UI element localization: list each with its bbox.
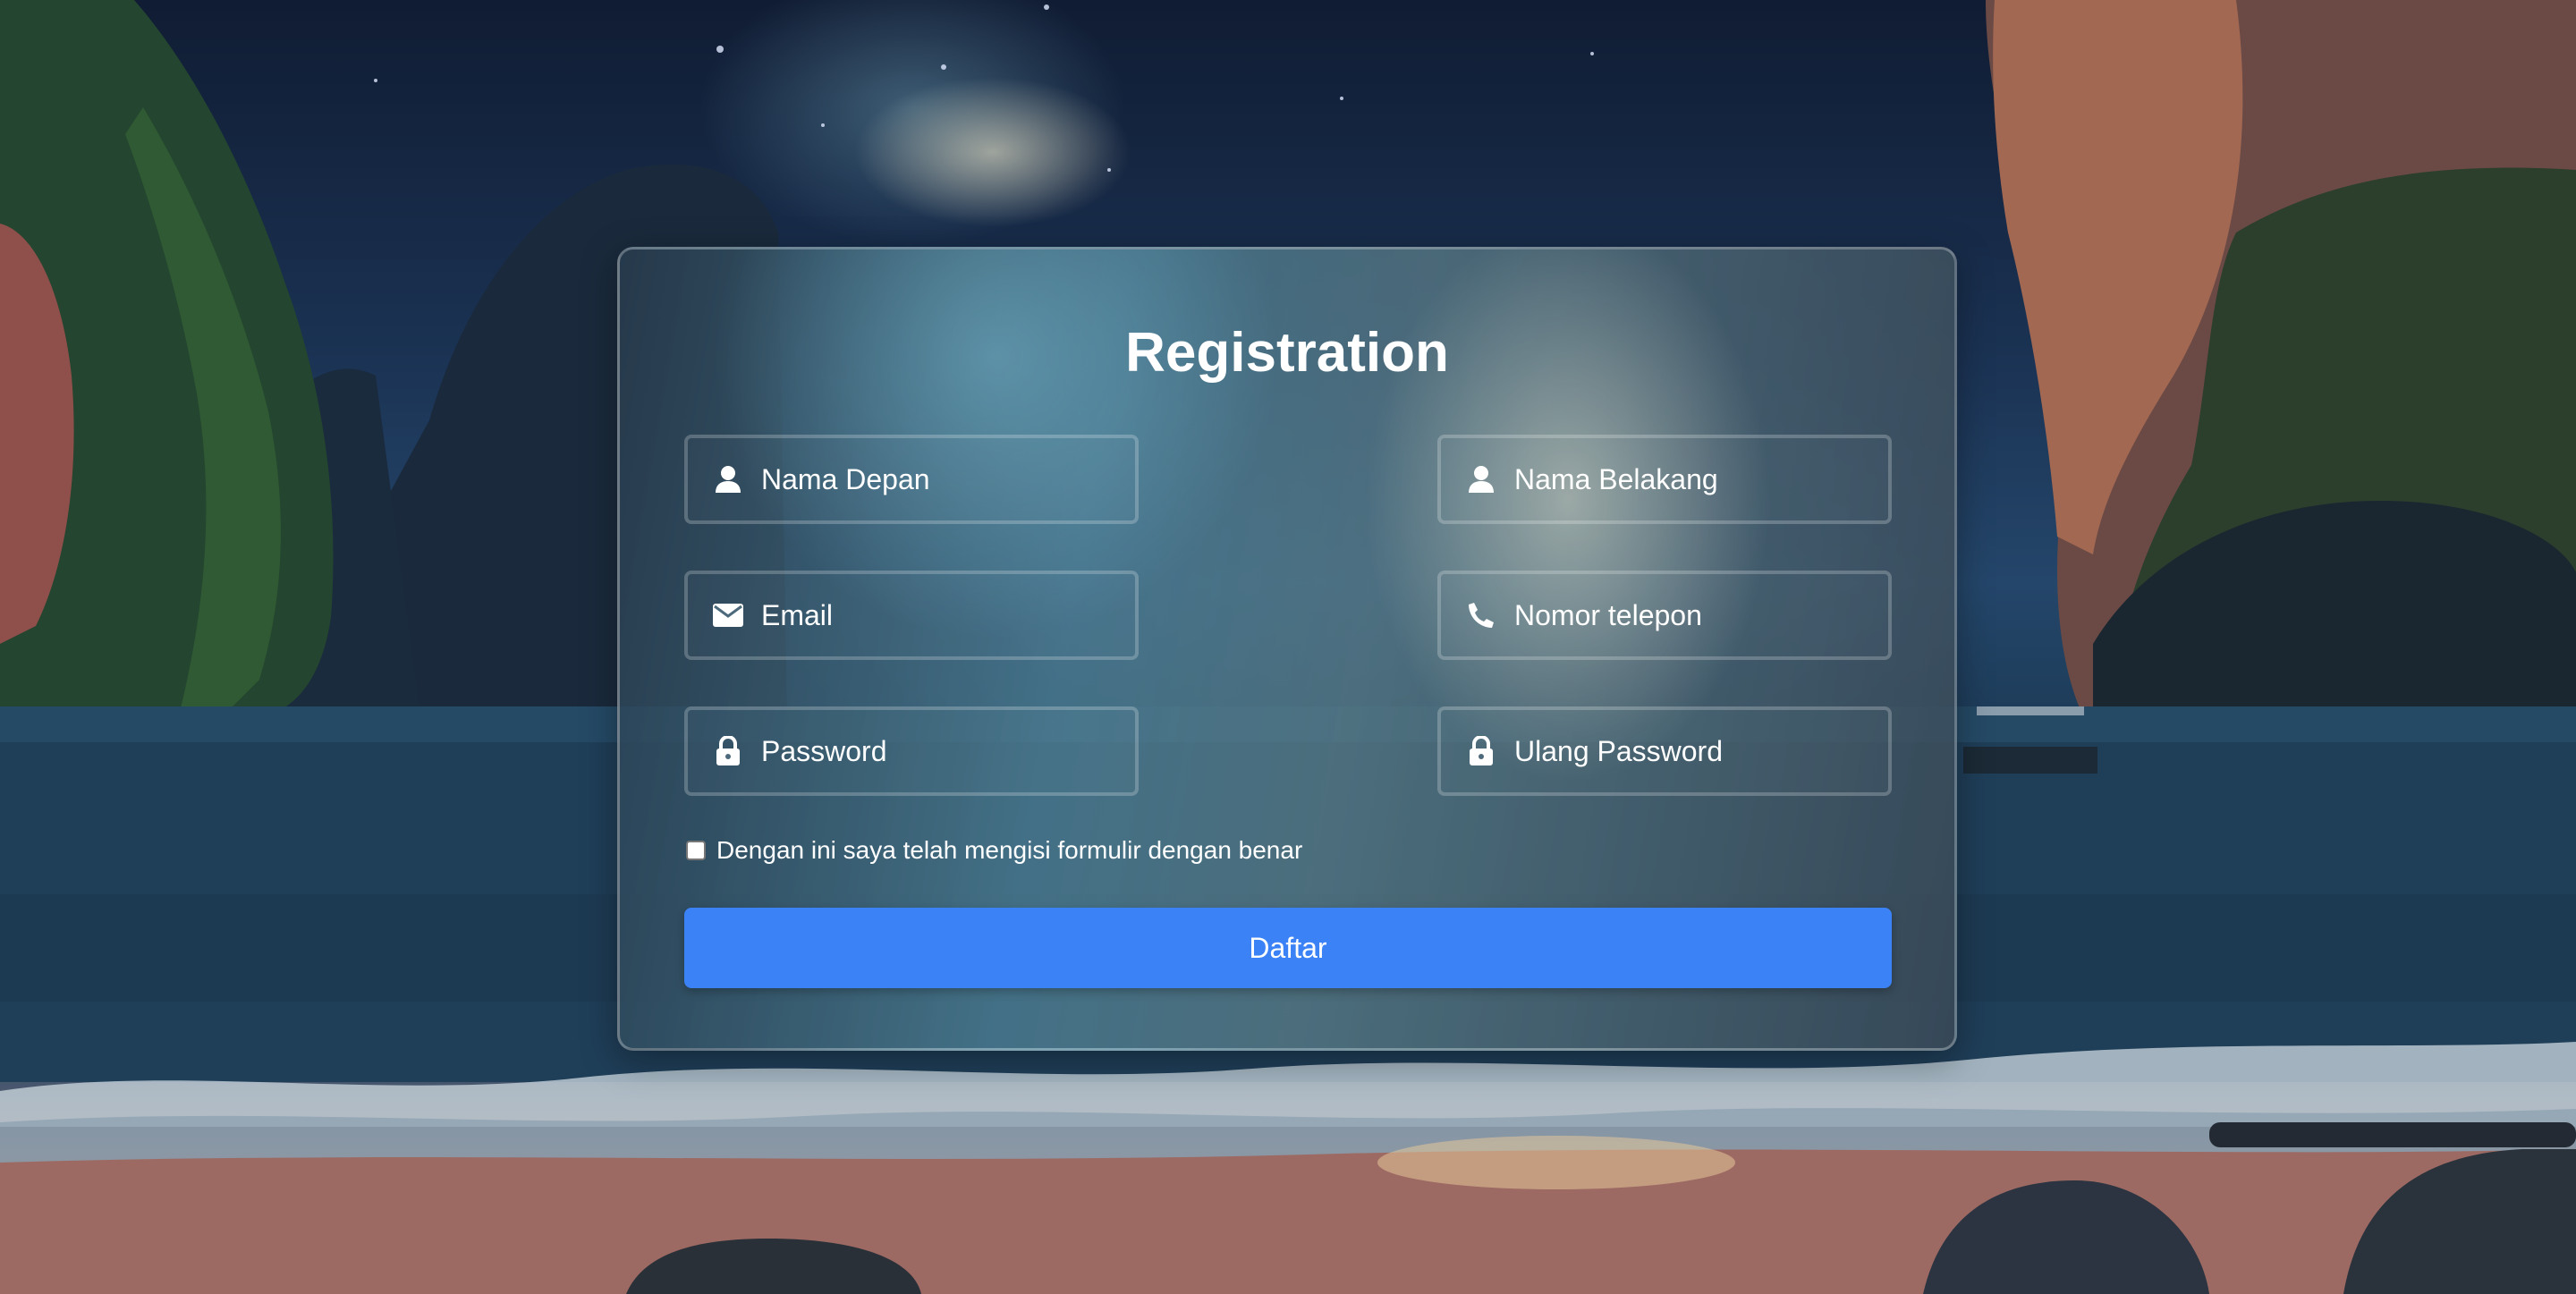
email-placeholder: Email <box>761 598 834 631</box>
lock-icon <box>1466 736 1496 766</box>
form-title: Registration <box>1125 322 1449 384</box>
envelope-icon <box>713 600 743 630</box>
confirm-password-input[interactable]: Ulang Password <box>1437 706 1892 796</box>
register-button-label: Daftar <box>1249 931 1327 964</box>
email-input[interactable]: Email <box>684 571 1139 660</box>
user-icon <box>713 464 743 495</box>
agreement-label: Dengan ini saya telah mengisi formulir d… <box>716 836 1303 864</box>
register-button[interactable]: Daftar <box>684 908 1892 988</box>
password-placeholder: Password <box>761 734 887 767</box>
first-name-placeholder: Nama Depan <box>761 462 930 495</box>
phone-icon <box>1466 600 1496 630</box>
user-icon <box>1466 464 1496 495</box>
phone-placeholder: Nomor telepon <box>1514 598 1702 631</box>
last-name-input[interactable]: Nama Belakang <box>1437 435 1892 524</box>
phone-input[interactable]: Nomor telepon <box>1437 571 1892 660</box>
last-name-placeholder: Nama Belakang <box>1514 462 1718 495</box>
registration-card: Registration Nama Depan Nama Belakang Em… <box>617 247 1957 1051</box>
agreement-checkbox[interactable] <box>686 841 706 860</box>
password-input[interactable]: Password <box>684 706 1139 796</box>
lock-icon <box>713 736 743 766</box>
first-name-input[interactable]: Nama Depan <box>684 435 1139 524</box>
background-scene: Registration Nama Depan Nama Belakang Em… <box>0 0 2576 1294</box>
agreement-row[interactable]: Dengan ini saya telah mengisi formulir d… <box>686 836 1302 865</box>
confirm-password-placeholder: Ulang Password <box>1514 734 1723 767</box>
